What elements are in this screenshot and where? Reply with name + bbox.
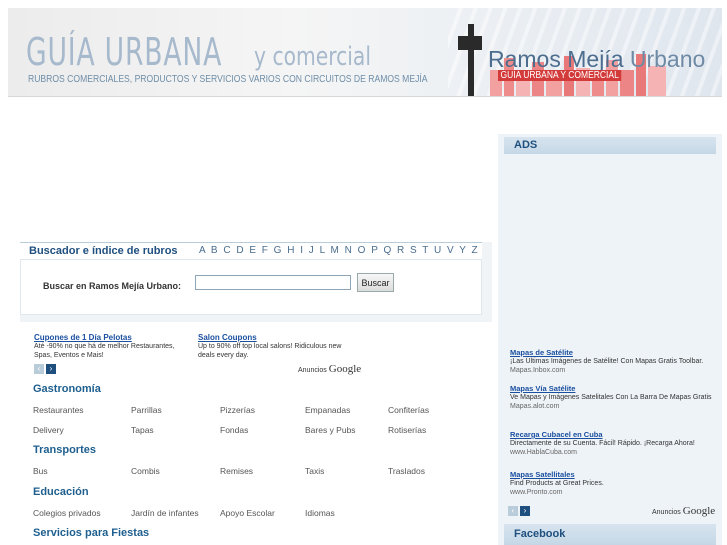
site-tagline: RUBROS COMERCIALES, PRODUCTOS Y SERVICIO… (28, 74, 428, 85)
sidebar-ad[interactable]: Mapas de Satélite ¡Las Últimas Imágenes … (510, 348, 716, 375)
inline-ad[interactable]: Salon Coupons Up to 90% off top local sa… (198, 333, 358, 360)
inline-ad[interactable]: Cupones de 1 Día Pelotas Até -90% no que… (34, 333, 184, 360)
site-title: GUÍA URBANA (26, 30, 223, 74)
brand-logo[interactable]: Ramos Mejía Urbano (488, 46, 705, 73)
category-item[interactable]: Bares y Pubs (305, 425, 356, 435)
site-title-small: y comercial (254, 42, 371, 72)
ad-link[interactable]: Salon Coupons (198, 333, 358, 342)
search-input[interactable] (195, 275, 351, 290)
ad-link[interactable]: Mapas de Satélite (510, 348, 716, 357)
ads-prev-icon[interactable]: ‹ (508, 506, 518, 516)
category-item[interactable]: Pizzerías (220, 405, 255, 415)
sign-arm (458, 36, 482, 50)
category-item[interactable]: Idiomas (305, 508, 335, 518)
ad-link[interactable]: Recarga Cubacel en Cuba (510, 430, 716, 439)
sidebar-ad[interactable]: Mapas Vía Satélite Ve Mapas y Imágenes S… (510, 384, 716, 411)
alphabet-index[interactable]: A B C D E F G H I J L M N O P Q R S T U … (199, 245, 479, 256)
category-heading[interactable]: Transportes (33, 444, 96, 456)
category-item[interactable]: Traslados (388, 466, 425, 476)
category-item[interactable]: Restaurantes (33, 405, 84, 415)
category-item[interactable]: Rotiserías (388, 425, 426, 435)
category-item[interactable]: Tapas (131, 425, 154, 435)
category-item[interactable]: Remises (220, 466, 253, 476)
search-header-label: Buscador e índice de rubros (29, 245, 178, 257)
ad-link[interactable]: Mapas Vía Satélite (510, 384, 716, 393)
category-item[interactable]: Parrillas (131, 405, 162, 415)
category-item[interactable]: Jardín de infantes (131, 508, 199, 518)
category-heading[interactable]: Gastronomía (33, 383, 101, 395)
ads-by-google[interactable]: Anuncios Google (652, 505, 715, 517)
brand-subtitle: GUÍA URBANA Y COMERCIAL (498, 70, 622, 81)
ads-title: ADS (504, 137, 716, 154)
category-item[interactable]: Bus (33, 466, 48, 476)
ads-next-icon[interactable]: › (520, 506, 530, 516)
category-heading[interactable]: Educación (33, 486, 89, 498)
search-box-shadow (482, 242, 492, 322)
facebook-title: Facebook (504, 524, 716, 545)
category-item[interactable]: Delivery (33, 425, 64, 435)
category-heading[interactable]: Servicios para Fiestas (33, 527, 149, 539)
category-item[interactable]: Taxis (305, 466, 324, 476)
inline-ads-prev-icon[interactable]: ‹ (34, 364, 44, 374)
category-item[interactable]: Fondas (220, 425, 248, 435)
category-item[interactable]: Colegios privados (33, 508, 101, 518)
inline-ads-by-google[interactable]: Anuncios Google (298, 363, 361, 375)
category-item[interactable]: Apoyo Escolar (220, 508, 275, 518)
category-item[interactable]: Combis (131, 466, 160, 476)
ad-link[interactable]: Cupones de 1 Día Pelotas (34, 333, 184, 342)
search-button[interactable]: Buscar (357, 273, 394, 292)
sidebar-ad[interactable]: Mapas Satellitales Find Products at Grea… (510, 470, 716, 497)
search-box-footer (20, 315, 492, 322)
search-field-label: Buscar en Ramos Mejía Urbano: (43, 281, 182, 291)
category-item[interactable]: Confiterías (388, 405, 429, 415)
category-item[interactable]: Empanadas (305, 405, 350, 415)
ad-link[interactable]: Mapas Satellitales (510, 470, 716, 479)
inline-ads-next-icon[interactable]: › (46, 364, 56, 374)
search-header: Buscador e índice de rubros A B C D E F … (20, 242, 482, 260)
sign-post (468, 24, 474, 96)
sidebar-ad[interactable]: Recarga Cubacel en Cuba Directamente de … (510, 430, 716, 457)
header-banner: GUÍA URBANA y comercial RUBROS COMERCIAL… (8, 8, 722, 97)
